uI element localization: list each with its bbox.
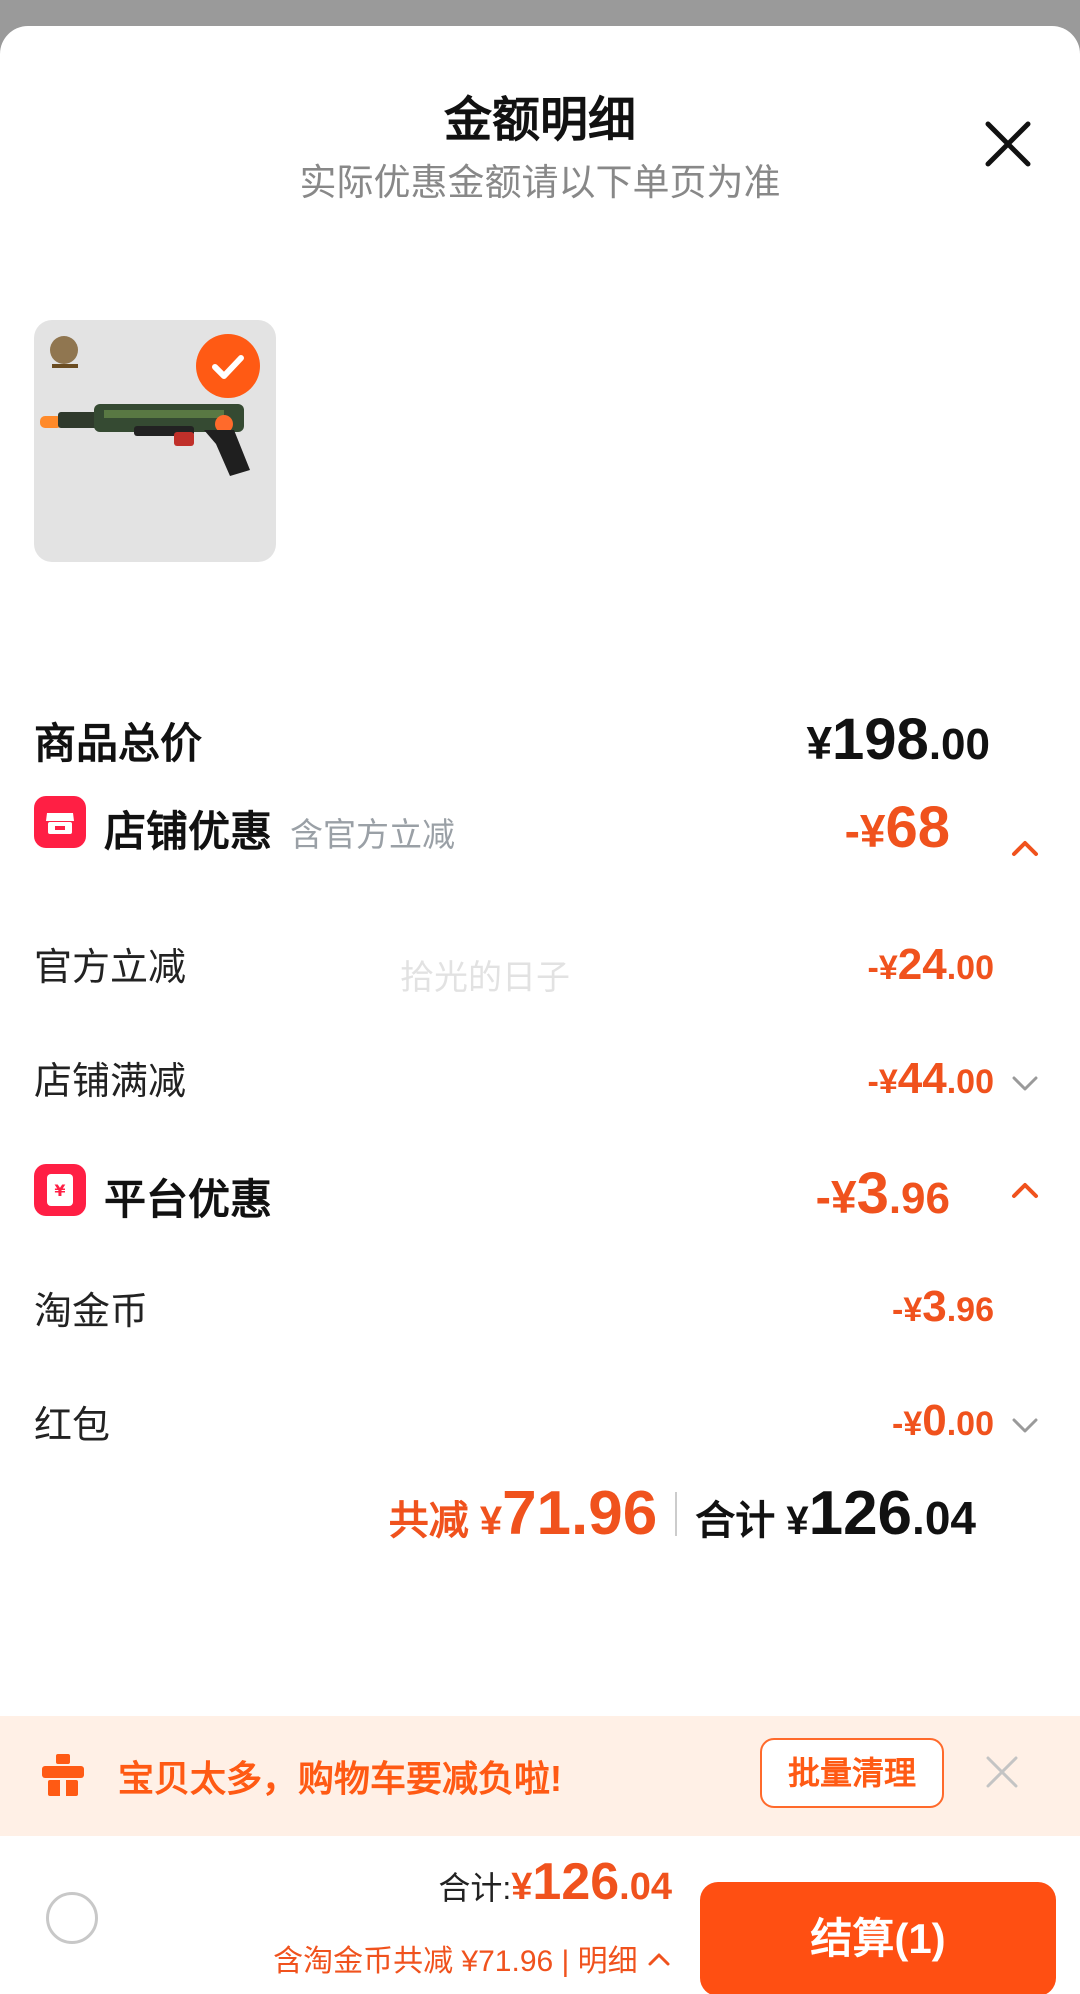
chevron-up-icon[interactable] [1008,832,1042,866]
amount-int: 68 [885,795,950,860]
amount-int: 44 [897,1054,947,1103]
select-all-radio[interactable] [46,1892,98,1944]
official-discount-amount: -¥24.00 [868,940,994,990]
store-discount-row: 店铺优惠 含官方立减 [104,798,455,859]
amount-detail-sheet: 金额明细 实际优惠金额请以下单页为准 商品总价 ¥198.00 店铺优惠 含官方… [0,26,1080,1994]
red-packet-amount: -¥0.00 [892,1396,994,1446]
watermark: 拾光的日子 [400,959,570,997]
red-packet-icon: ¥ [34,1164,86,1216]
amount-int: 3 [856,1161,889,1226]
amount-prefix: -¥ [892,1405,923,1443]
total-int: 126 [808,1479,913,1548]
sheet-title: 金额明细 [443,94,636,147]
cart-overload-banner: 宝贝太多，购物车要减负啦! 批量清理 [0,1716,1080,1836]
store-discount-label: 店铺优惠 [104,808,273,855]
chevron-down-icon[interactable] [1008,1066,1042,1100]
store-fullcut-amount: -¥44.00 [868,1054,994,1104]
amount-dec: .00 [946,1405,994,1443]
taojinbi-amount: -¥3.96 [892,1282,994,1332]
chevron-up-icon[interactable] [1008,1174,1042,1208]
grand-total: 合计 ¥126.04 [695,1478,976,1549]
price-dec: .00 [928,720,990,769]
total-dec: .04 [912,1492,976,1544]
total-price-amount: ¥198.00 [806,706,990,773]
banner-text: 宝贝太多，购物车要减负啦! [118,1758,562,1799]
amount-int: 24 [897,940,947,989]
store-discount-note: 含官方立减 [290,816,456,853]
chevron-up-icon [648,1953,670,1966]
total-label: 合计 ¥ [695,1499,809,1543]
currency-symbol: ¥ [511,1866,533,1908]
saved-label: 共减 ¥ [388,1499,503,1543]
store-fullcut-label: 店铺满减 [34,1061,187,1103]
summary-line: 共减 ¥71.96 合计 ¥126.04 [389,1478,976,1549]
amount-int: 3 [922,1282,947,1331]
amount-dec: .00 [946,949,994,987]
close-icon[interactable] [976,112,1040,176]
footer-discount-detail[interactable]: 含淘金币共减 ¥71.96 | 明细 [273,1936,672,1980]
shopping-cart-overload-icon [42,1754,84,1796]
amount-prefix: -¥ [844,805,886,857]
amount-prefix: -¥ [867,949,898,987]
svg-text:¥: ¥ [54,1181,65,1200]
product-thumbnail[interactable] [34,320,276,562]
close-icon[interactable] [982,1752,1022,1792]
amount-prefix: -¥ [892,1291,923,1329]
amount-int: 0 [922,1396,947,1445]
price-int: 198 [832,707,929,772]
sheet-subtitle: 实际优惠金额请以下单页为准 [299,162,781,203]
footer-total-int: 126 [532,1853,620,1911]
official-discount-label: 官方立减 [34,947,187,989]
amount-dec: .96 [888,1174,950,1223]
footer-sub-text: 含淘金币共减 ¥71.96 | 明细 [273,1945,638,1978]
divider [675,1491,678,1536]
amount-prefix: -¥ [867,1063,898,1101]
currency-symbol: ¥ [806,717,833,769]
footer-total-label: 合计: [438,1870,512,1906]
platform-discount-amount: -¥3.96 [816,1160,950,1227]
footer-total: 合计:¥126.04 [438,1852,672,1912]
amount-dec: .00 [946,1063,994,1101]
selected-check-icon[interactable] [196,334,260,398]
batch-cleanup-button[interactable]: 批量清理 [760,1738,944,1808]
checkout-footer: 合计:¥126.04 含淘金币共减 ¥71.96 | 明细 结算(1) [0,1836,1080,1994]
footer-total-dec: .04 [619,1866,672,1908]
checkout-button[interactable]: 结算(1) [700,1882,1056,1994]
store-discount-amount: -¥68 [845,794,950,861]
store-icon [34,796,86,848]
taojinbi-label: 淘金币 [34,1291,149,1333]
amount-dec: .96 [946,1291,994,1329]
chevron-down-icon[interactable] [1008,1408,1042,1442]
total-price-label: 商品总价 [34,720,203,767]
amount-prefix: -¥ [815,1171,857,1223]
total-saved: 共减 ¥71.96 [389,1478,658,1549]
saved-value: 71.96 [502,1479,658,1548]
red-packet-label: 红包 [34,1405,111,1447]
platform-discount-label: 平台优惠 [104,1176,273,1223]
